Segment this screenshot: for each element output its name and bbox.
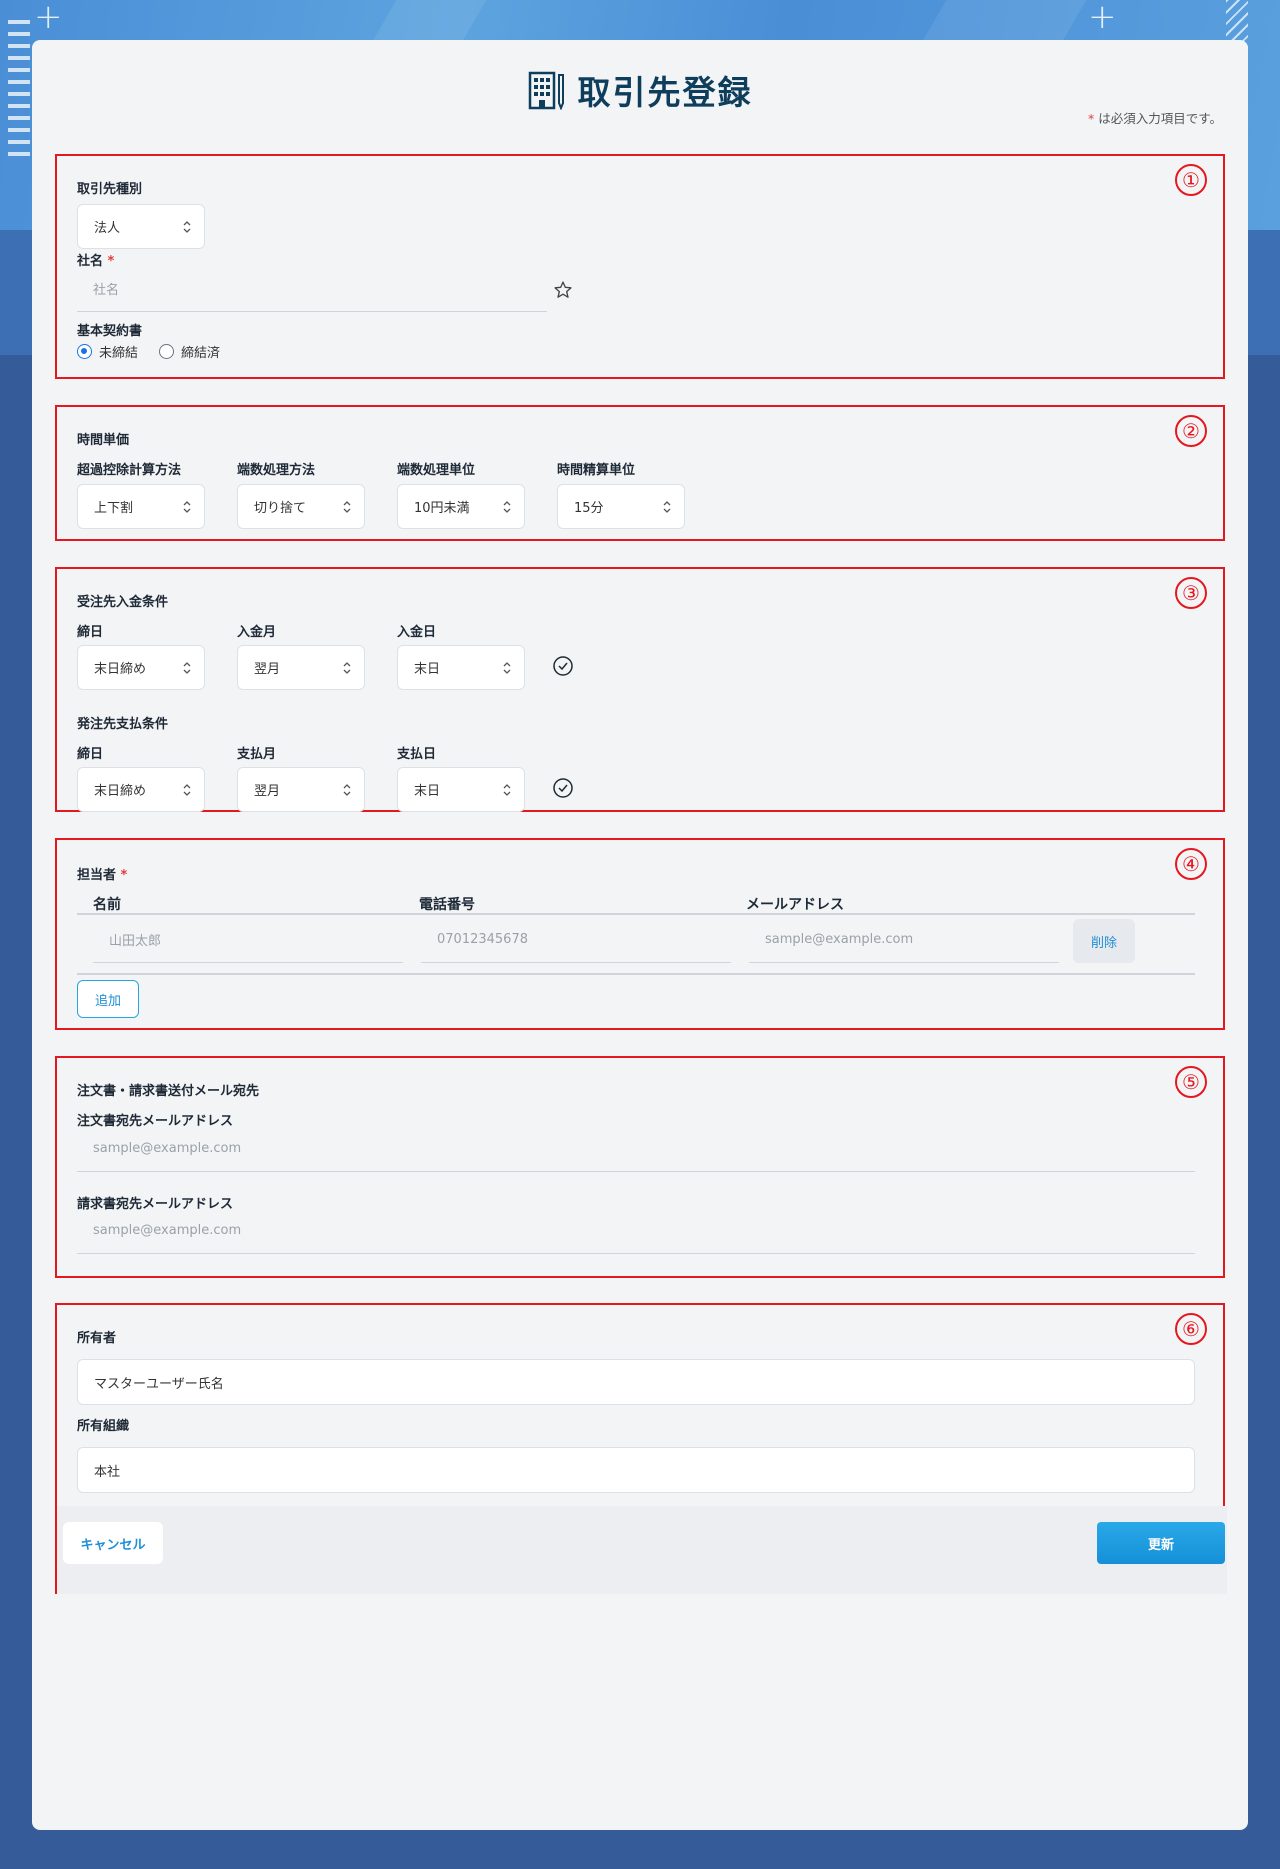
contract-radio-unsigned[interactable]: 未締結 xyxy=(77,342,138,361)
column-header-phone: 電話番号 xyxy=(419,897,475,913)
section-contact-person: ④ 担当者 * 名前 電話番号 メールアドレス 山田太郎 07012345678… xyxy=(55,838,1225,1030)
check-circle-icon[interactable] xyxy=(552,655,574,677)
pay-day-select[interactable]: 末日 xyxy=(397,767,525,812)
type-select[interactable]: 法人 xyxy=(77,204,205,249)
field-label: 端数処理方法 xyxy=(237,463,316,478)
section-mail-recipients: ⑤ 注文書・請求書送付メール宛先 注文書宛先メールアドレス sample@exa… xyxy=(55,1056,1225,1278)
chevron-updown-icon xyxy=(343,784,351,796)
contact-label: 担当者 * xyxy=(77,868,128,883)
column-header-email: メールアドレス xyxy=(746,897,844,913)
chevron-updown-icon xyxy=(343,501,351,513)
chevron-updown-icon xyxy=(183,784,191,796)
section-number-badge: ④ xyxy=(1175,848,1207,880)
section-hourly-rate: ② 時間単価 超過控除計算方法 上下割 端数処理方法 切り捨て 端数処理単位 1… xyxy=(55,405,1225,541)
section-payment-terms: ③ 受注先入金条件 締日 末日締め 入金月 翌月 入金日 末日 発注先支払条件 … xyxy=(55,567,1225,812)
owner-label: 所有者 xyxy=(77,1331,117,1346)
table-row-divider xyxy=(77,973,1195,975)
section-ownership: ⑥ 所有者 マスターユーザー氏名 所有組織 本社 キャンセル 更新 xyxy=(55,1303,1227,1594)
mail-recipients-title: 注文書・請求書送付メール宛先 xyxy=(77,1084,260,1099)
building-icon xyxy=(528,71,564,110)
chevron-updown-icon xyxy=(183,662,191,674)
section-number-badge: ⑤ xyxy=(1175,1066,1207,1098)
add-contact-button[interactable]: 追加 xyxy=(77,980,139,1018)
field-label: 支払月 xyxy=(237,747,277,762)
chevron-updown-icon xyxy=(503,501,511,513)
receive-terms-title: 受注先入金条件 xyxy=(77,595,169,610)
star-icon[interactable] xyxy=(553,280,573,300)
section-number-badge: ③ xyxy=(1175,577,1207,609)
field-label: 時間精算単位 xyxy=(557,463,636,478)
required-note: * は必須入力項目です。 xyxy=(1088,111,1222,126)
update-button[interactable]: 更新 xyxy=(1097,1522,1225,1564)
field-label: 締日 xyxy=(77,747,104,762)
background-cross: + xyxy=(1088,0,1117,37)
radio-selected-icon xyxy=(77,344,92,359)
table-header-divider xyxy=(77,913,1195,915)
receive-closing-select[interactable]: 末日締め xyxy=(77,645,205,690)
contact-phone-input[interactable]: 07012345678 xyxy=(421,917,731,963)
background-lines xyxy=(8,20,30,164)
contact-name-input[interactable]: 山田太郎 xyxy=(93,917,403,963)
rounding-method-select[interactable]: 切り捨て xyxy=(237,484,365,529)
field-label: 締日 xyxy=(77,625,104,640)
rounding-unit-select[interactable]: 10円未満 xyxy=(397,484,525,529)
contact-email-input[interactable]: sample@example.com xyxy=(749,917,1059,963)
field-label: 支払日 xyxy=(397,747,437,762)
page-header: 取引先登録 xyxy=(32,66,1248,114)
pay-terms-title: 発注先支払条件 xyxy=(77,717,169,732)
overtime-method-select[interactable]: 上下割 xyxy=(77,484,205,529)
receive-day-select[interactable]: 末日 xyxy=(397,645,525,690)
delete-contact-button[interactable]: 削除 xyxy=(1073,919,1135,963)
section-number-badge: ⑥ xyxy=(1175,1313,1207,1345)
chevron-updown-icon xyxy=(183,501,191,513)
background-cross: + xyxy=(34,0,63,37)
contract-radio-signed[interactable]: 締結済 xyxy=(159,342,220,361)
pay-month-select[interactable]: 翌月 xyxy=(237,767,365,812)
chevron-updown-icon xyxy=(343,662,351,674)
invoice-email-input[interactable]: sample@example.com xyxy=(77,1208,1195,1254)
section-number-badge: ② xyxy=(1175,415,1207,447)
company-name-input[interactable]: 社名 xyxy=(77,266,547,312)
chevron-updown-icon xyxy=(503,784,511,796)
field-label: 入金日 xyxy=(397,625,437,640)
receive-month-select[interactable]: 翌月 xyxy=(237,645,365,690)
section-basic-info: ① 取引先種別 法人 社名 * 社名 基本契約書 未締結 締結済 xyxy=(55,154,1225,379)
chevron-updown-icon xyxy=(183,221,191,233)
type-label: 取引先種別 xyxy=(77,182,143,197)
cancel-button[interactable]: キャンセル xyxy=(63,1522,163,1564)
radio-unselected-icon xyxy=(159,344,174,359)
check-circle-icon[interactable] xyxy=(552,777,574,799)
field-label: 端数処理単位 xyxy=(397,463,476,478)
field-label: 超過控除計算方法 xyxy=(77,463,182,478)
column-header-name: 名前 xyxy=(93,897,121,913)
owner-input[interactable]: マスターユーザー氏名 xyxy=(77,1359,1195,1405)
field-label: 入金月 xyxy=(237,625,277,640)
contract-label: 基本契約書 xyxy=(77,324,143,339)
chevron-updown-icon xyxy=(663,501,671,513)
pay-closing-select[interactable]: 末日締め xyxy=(77,767,205,812)
time-settlement-select[interactable]: 15分 xyxy=(557,484,685,529)
order-email-input[interactable]: sample@example.com xyxy=(77,1126,1195,1172)
section-number-badge: ① xyxy=(1175,164,1207,196)
org-input[interactable]: 本社 xyxy=(77,1447,1195,1493)
chevron-updown-icon xyxy=(503,662,511,674)
registration-panel: 取引先登録 * は必須入力項目です。 ① 取引先種別 法人 社名 * 社名 基本… xyxy=(32,40,1248,1830)
hourly-rate-title: 時間単価 xyxy=(77,433,130,448)
org-label: 所有組織 xyxy=(77,1419,130,1434)
form-footer: キャンセル 更新 xyxy=(57,1506,1227,1594)
page-title: 取引先登録 xyxy=(577,73,753,112)
